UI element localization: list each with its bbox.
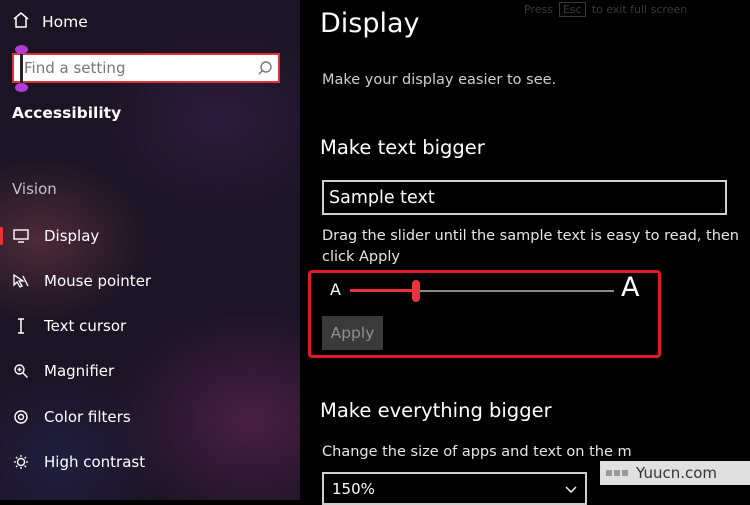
sidebar-item-color-filters[interactable]: Color filters — [12, 405, 131, 429]
sample-text-box: Sample text — [322, 180, 727, 215]
search-box[interactable] — [12, 53, 280, 83]
hint-press: Press — [524, 3, 553, 16]
text-cursor-icon — [12, 317, 30, 335]
sidebar-item-text-cursor[interactable]: Text cursor — [12, 314, 126, 338]
fullscreen-hint: Press Esc to exit full screen — [524, 2, 687, 17]
sidebar-item-label: High contrast — [44, 453, 146, 471]
text-section-heading: Make text bigger — [320, 136, 485, 159]
scale-dropdown[interactable]: 150% — [322, 472, 587, 505]
page-subtitle: Make your display easier to see. — [322, 72, 557, 88]
slider-min-label: A — [330, 280, 341, 299]
chevron-down-icon — [565, 480, 577, 498]
color-filters-icon — [12, 408, 30, 426]
sidebar-item-label: Display — [44, 227, 100, 245]
page-title: Display — [320, 8, 420, 39]
high-contrast-icon — [12, 453, 30, 471]
caret-handle-bottom — [15, 83, 28, 92]
home-label: Home — [42, 13, 88, 31]
sidebar-item-display[interactable]: Display — [0, 224, 100, 248]
text-size-slider-thumb[interactable] — [412, 280, 420, 302]
search-input[interactable] — [14, 58, 252, 78]
sidebar-item-magnifier[interactable]: Magnifier — [12, 359, 114, 383]
magnifier-icon — [12, 362, 30, 380]
hint-key: Esc — [558, 2, 586, 17]
hint-rest: to exit full screen — [591, 3, 688, 16]
main-content: Press Esc to exit full screen Display Ma… — [300, 0, 750, 505]
sidebar-item-high-contrast[interactable]: High contrast — [12, 450, 145, 474]
slider-max-label: A — [621, 272, 640, 303]
monitor-icon — [12, 227, 30, 245]
slider-instruction: Drag the slider until the sample text is… — [322, 228, 739, 265]
watermark-logo — [606, 470, 628, 476]
caret-handle-top — [15, 45, 28, 54]
watermark-text: Yuucn.com — [636, 464, 718, 482]
text-size-slider-fill — [350, 289, 416, 292]
watermark: Yuucn.com — [600, 461, 750, 485]
sidebar-item-label: Magnifier — [44, 362, 115, 380]
nav-home[interactable]: Home — [12, 10, 88, 34]
sidebar-item-mouse-pointer[interactable]: Mouse pointer — [12, 269, 151, 293]
section-title: Accessibility — [12, 104, 122, 122]
sidebar-item-label: Color filters — [44, 408, 131, 426]
search-icon[interactable] — [252, 60, 278, 76]
text-caret — [20, 48, 23, 88]
apply-button[interactable]: Apply — [322, 316, 383, 350]
sample-text: Sample text — [329, 187, 435, 208]
everything-section-heading: Make everything bigger — [320, 399, 552, 422]
mouse-pointer-icon — [12, 272, 30, 290]
home-icon — [12, 11, 30, 33]
everything-section-description: Change the size of apps and text on the … — [322, 444, 632, 460]
group-title: Vision — [12, 180, 57, 198]
sidebar: Home Accessibility Vision Display Mouse … — [0, 0, 300, 500]
sidebar-item-label: Text cursor — [44, 317, 127, 335]
scale-value: 150% — [332, 479, 375, 498]
sidebar-item-label: Mouse pointer — [44, 272, 152, 290]
